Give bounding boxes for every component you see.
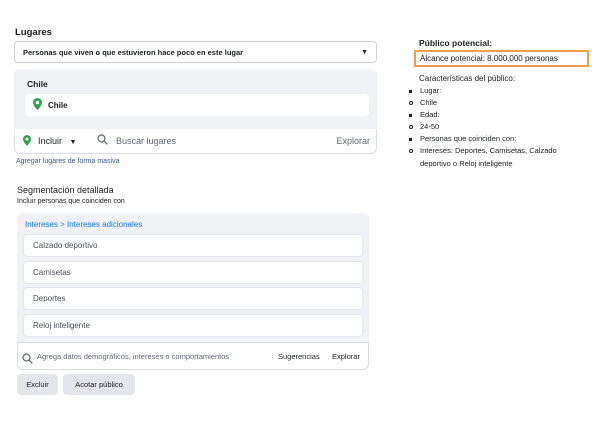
detailed-targeting-subtitle: Incluir personas que coinciden con <box>17 198 125 205</box>
location-type-dropdown[interactable]: Personas que viven o que estuvieron hace… <box>14 41 377 63</box>
include-dropdown[interactable]: Incluir ▼ <box>38 136 76 146</box>
interest-item[interactable]: Camisetas <box>23 261 363 284</box>
audience-characteristics-list: Lugar: Chile Edad: 24-50 Personas que coinci… <box>408 85 588 170</box>
location-pin-icon <box>33 98 42 112</box>
potential-reach: Alcance potencial: 8.000.000 personas <box>414 50 589 67</box>
audience-title: Público potencial: <box>419 38 493 48</box>
interest-explore-link[interactable]: Explorar <box>332 352 360 361</box>
interest-item[interactable]: Reloj inteligente <box>23 314 363 337</box>
interest-search-input[interactable]: Agrega datos demográficos, intereses o c… <box>37 352 229 361</box>
search-icon <box>22 351 33 369</box>
country-heading: Chile <box>27 79 48 89</box>
bulk-locations-link[interactable]: Agregar lugares de forma masiva <box>16 158 120 165</box>
exclude-button[interactable]: Excluir <box>17 374 58 395</box>
audience-characteristic-item: Chile <box>408 97 588 109</box>
location-explore-link[interactable]: Explorar <box>336 136 370 146</box>
breadcrumb-child[interactable]: Intereses adicionales <box>67 220 142 229</box>
location-type-value: Personas que viven o que estuvieron hace… <box>23 47 244 57</box>
interest-item[interactable]: Calzado deportivo <box>23 234 363 257</box>
detailed-targeting-title: Segmentación detallada <box>17 185 114 195</box>
location-search-input[interactable]: Buscar lugares <box>116 136 176 146</box>
location-pin-icon <box>23 135 31 148</box>
audience-characteristic-item: 24-50 <box>408 121 588 133</box>
audience-characteristic-item: Edad: <box>408 109 588 121</box>
selected-location-chip[interactable]: Chile <box>25 94 369 116</box>
interest-item[interactable]: Deportes <box>23 287 363 310</box>
selected-location-label: Chile <box>48 100 68 110</box>
narrow-audience-button[interactable]: Acotar público <box>63 374 135 395</box>
breadcrumb-separator: > <box>57 220 68 229</box>
include-label: Incluir <box>38 136 63 146</box>
search-icon <box>97 134 108 147</box>
locations-panel: Chile Chile <box>14 69 377 131</box>
interests-breadcrumb[interactable]: Intereses > Intereses adicionales <box>25 220 142 229</box>
location-search-row: Incluir ▼ Buscar lugares Explorar <box>14 129 377 154</box>
audience-characteristic-item: Personas que coinciden con: <box>408 133 588 145</box>
chevron-down-icon: ▼ <box>361 48 368 56</box>
audience-characteristic-item: Intereses: Deportes, Camisetas, Calzado … <box>408 145 588 169</box>
characteristics-title: Características del público: <box>419 74 516 83</box>
interest-search-row: Agrega datos demográficos, intereses o c… <box>17 342 369 370</box>
chevron-down-icon: ▼ <box>69 139 77 146</box>
suggestions-link[interactable]: Sugerencias <box>278 352 320 361</box>
locations-title: Lugares <box>15 27 52 38</box>
interests-panel: Intereses > Intereses adicionales Calzad… <box>17 213 369 370</box>
audience-characteristic-item: Lugar: <box>408 85 588 97</box>
breadcrumb-root[interactable]: Intereses <box>25 220 58 229</box>
